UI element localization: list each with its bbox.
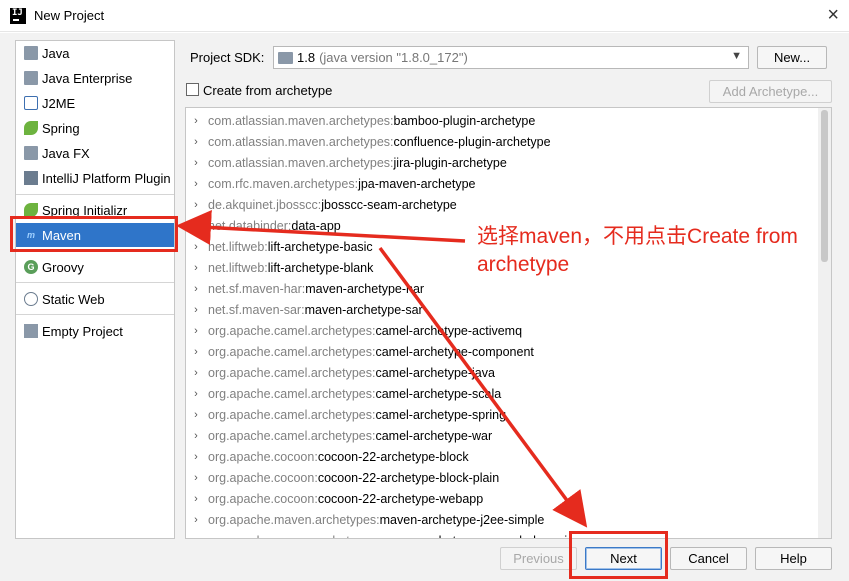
arrow-to-next	[378, 246, 588, 528]
annotation-arrows	[176, 210, 588, 528]
arrow-to-maven	[176, 210, 466, 245]
